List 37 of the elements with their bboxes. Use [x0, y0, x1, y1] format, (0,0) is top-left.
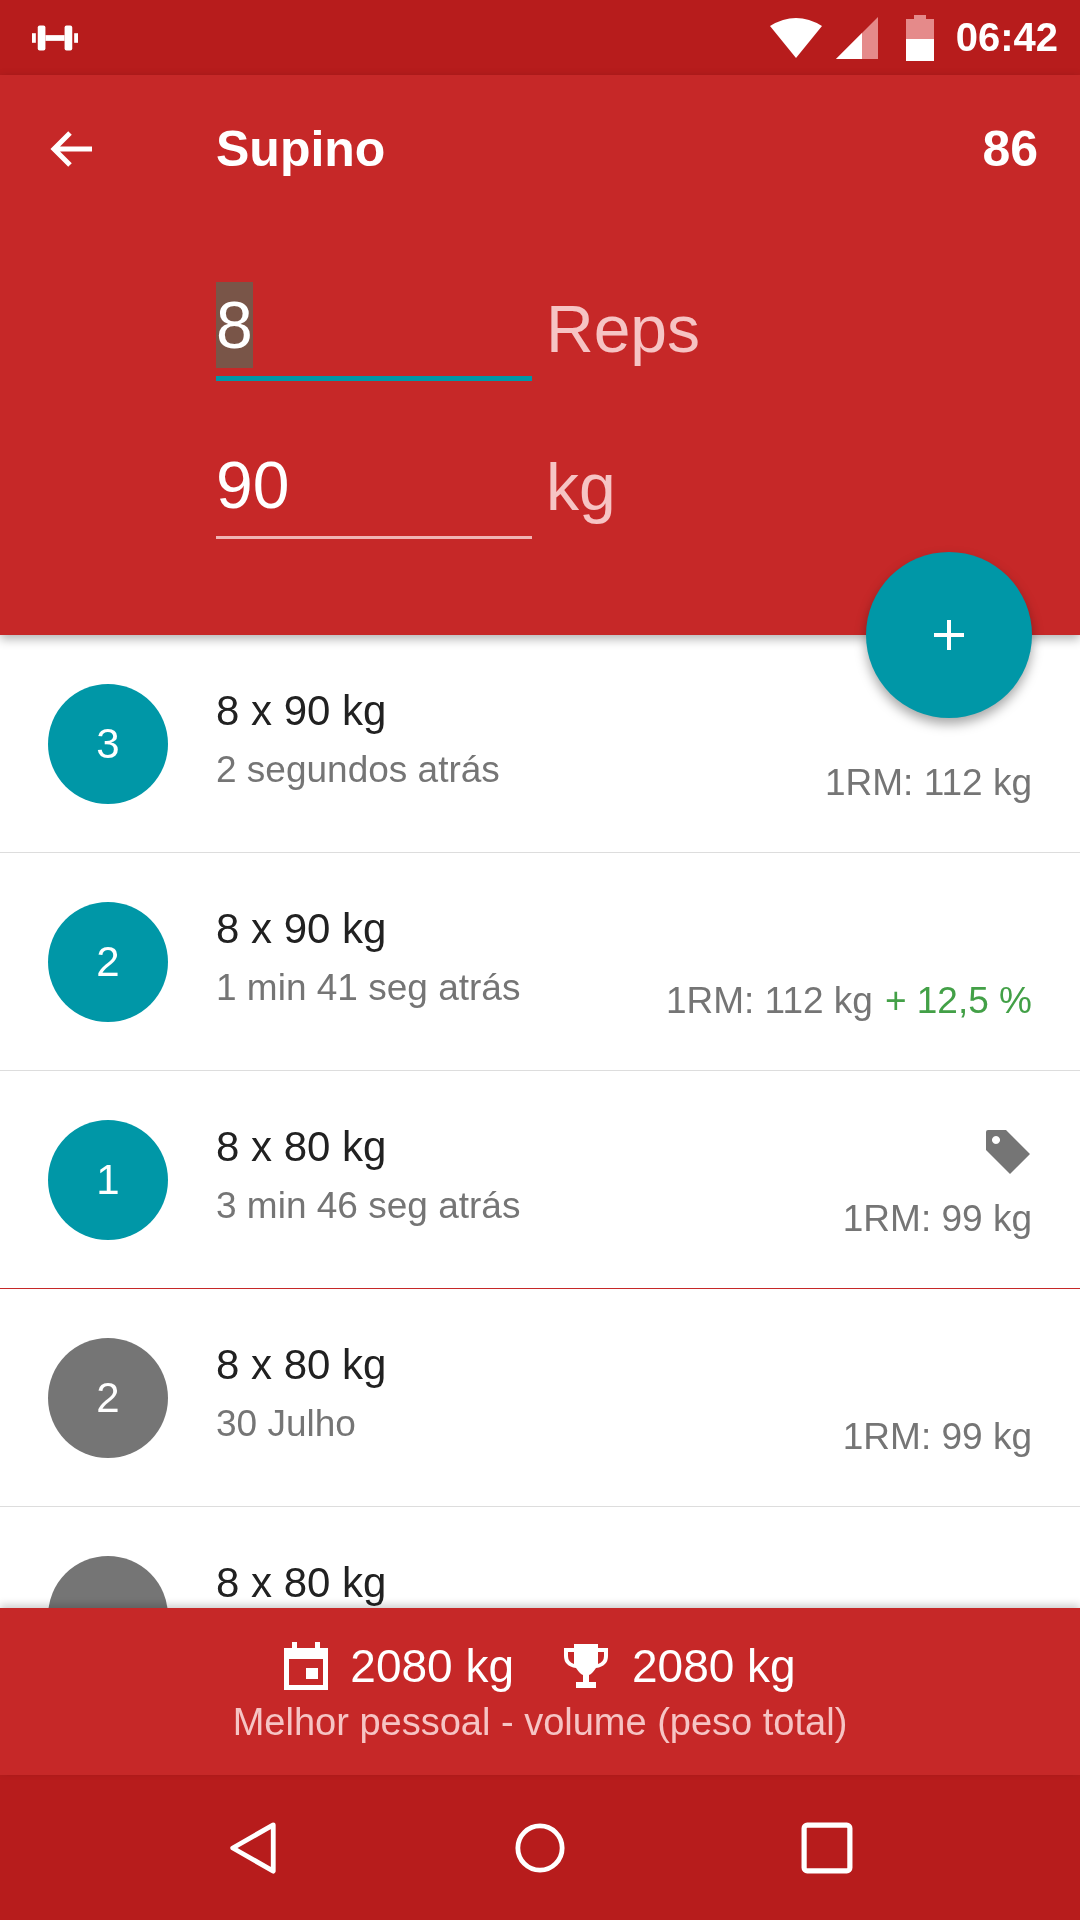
recents-nav-icon[interactable] — [800, 1820, 853, 1875]
battery-icon — [905, 14, 934, 61]
set-number-circle: 2 — [48, 901, 168, 1022]
set-title: 8 x 80 kg — [216, 1123, 388, 1171]
set-number-circle: 1 — [48, 1119, 168, 1240]
set-time: 3 min 46 seg atrás — [216, 1185, 522, 1227]
add-button[interactable] — [866, 552, 1032, 718]
plus-icon — [934, 620, 964, 650]
home-nav-icon[interactable] — [514, 1820, 566, 1875]
one-rep-max: 1RM: 112 kg — [824, 762, 1032, 804]
unit-label: kg — [546, 449, 616, 526]
set-time: 30 Julho — [216, 1403, 357, 1445]
number-input-field[interactable]: 90 — [216, 443, 532, 539]
one-rep-max: 1RM: 112 kg — [665, 980, 873, 1022]
calendar-icon — [284, 1642, 329, 1690]
set-title: 8 x 80 kg — [216, 1341, 388, 1389]
clock: 06:42 — [955, 15, 1058, 60]
unit-label: Reps — [546, 291, 701, 368]
summary-caption: Melhor pessoal - volume (peso total) — [232, 1701, 848, 1744]
set-number-circle: 3 — [48, 683, 168, 804]
set-title: 8 x 80 kg — [216, 1559, 388, 1607]
number-input-field[interactable]: 8 — [216, 285, 532, 381]
set-number-circle: 2 — [48, 1337, 168, 1458]
improvement-percent: + 12,5 % — [884, 980, 1032, 1022]
exercise-title: Supino — [216, 120, 387, 178]
one-rep-max: 1RM: 99 kg — [842, 1198, 1032, 1240]
wifi-icon — [769, 17, 822, 58]
signal-icon — [835, 16, 878, 59]
set-time: 2 segundos atrás — [216, 749, 501, 791]
set-title: 8 x 90 kg — [216, 905, 388, 953]
trophy-icon — [562, 1642, 610, 1690]
set-time: 1 min 41 seg atrás — [216, 967, 522, 1009]
best-volume: 2080 kg — [632, 1639, 796, 1693]
set-title: 8 x 90 kg — [216, 687, 388, 735]
session-volume: 2080 kg — [350, 1639, 514, 1693]
one-rep-max: 1RM: 99 kg — [842, 1416, 1032, 1458]
exercise-count: 86 — [982, 120, 1038, 178]
